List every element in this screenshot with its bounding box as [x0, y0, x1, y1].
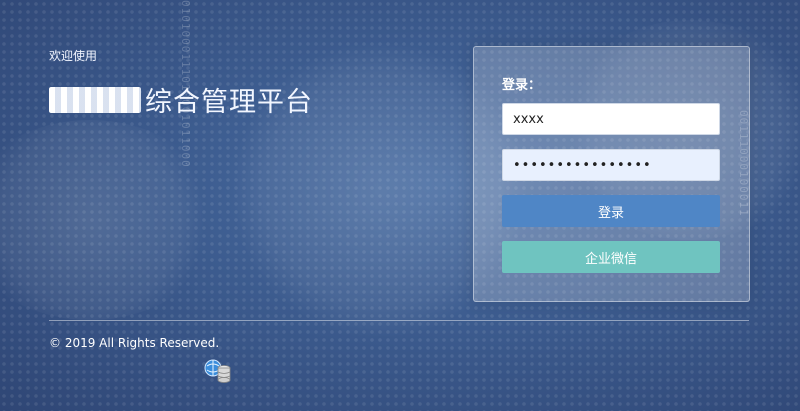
wechat-login-button[interactable]: 企业微信 — [502, 241, 720, 273]
database-globe-icon — [204, 359, 231, 383]
welcome-text: 欢迎使用 — [49, 49, 98, 63]
redacted-logo — [49, 86, 141, 113]
platform-title: 综合管理平台 — [49, 80, 313, 119]
platform-title-text: 综合管理平台 — [145, 87, 313, 118]
login-title: 登录： — [502, 78, 542, 93]
footer-divider — [49, 320, 749, 321]
login-panel: 登录： 登录 企业微信 — [473, 46, 750, 302]
login-button[interactable]: 登录 — [502, 195, 720, 227]
copyright-text: © 2019 All Rights Reserved. — [49, 336, 220, 350]
username-input[interactable] — [502, 103, 720, 135]
password-input[interactable] — [502, 149, 720, 181]
